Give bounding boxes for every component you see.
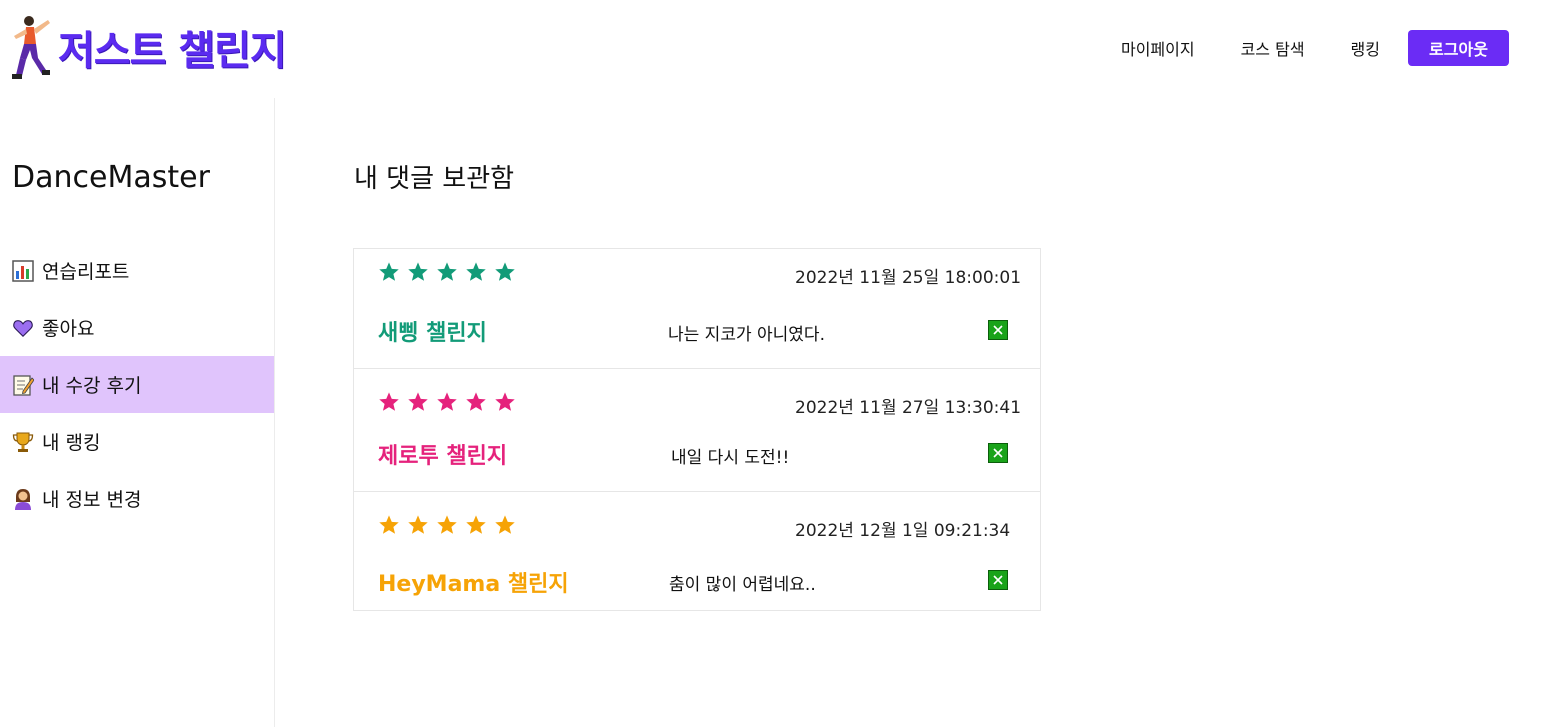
sidebar-item-label: 연습리포트 (42, 261, 130, 283)
star-icon (495, 392, 515, 411)
star-rating (378, 514, 523, 536)
star-icon (466, 262, 486, 281)
sidebar-item-label: 내 랭킹 (42, 432, 101, 454)
sidebar-item-label: 내 수강 후기 (42, 375, 142, 397)
nav-ranking[interactable]: 랭킹 (1351, 36, 1380, 60)
close-icon (993, 325, 1003, 335)
delete-button[interactable] (988, 320, 1008, 340)
review-card: 2022년 11월 27일 13:30:41 제로투 챌린지 내일 다시 도전!… (354, 369, 1040, 492)
sidebar-item-likes[interactable]: 좋아요 (0, 299, 274, 356)
star-icon (437, 392, 457, 411)
star-icon (495, 262, 515, 281)
review-comment: 춤이 많이 어렵네요.. (669, 575, 816, 595)
star-icon (379, 392, 399, 411)
review-list: 2022년 11월 25일 18:00:01 새삥 챌린지 나는 지코가 아니였… (353, 248, 1041, 611)
review-date: 2022년 11월 27일 13:30:41 (795, 398, 1022, 418)
sidebar: DanceMaster 연습리포트 좋아요 내 수강 후기 내 랭킹 내 정보 … (0, 98, 275, 727)
nav-mypage[interactable]: 마이페이지 (1121, 36, 1195, 60)
sidebar-item-practice-report[interactable]: 연습리포트 (0, 242, 274, 299)
person-icon (12, 488, 34, 510)
sidebar-item-label: 좋아요 (42, 318, 95, 340)
star-icon (408, 262, 428, 281)
page-title: 내 댓글 보관함 (354, 164, 515, 194)
trophy-icon (12, 431, 34, 453)
purple-heart-icon (12, 317, 34, 339)
star-icon (466, 392, 486, 411)
review-comment: 나는 지코가 아니였다. (668, 325, 825, 345)
sidebar-item-my-ranking[interactable]: 내 랭킹 (0, 413, 274, 470)
memo-icon (12, 374, 34, 396)
star-icon (379, 515, 399, 534)
course-name[interactable]: HeyMama 챌린지 (378, 566, 569, 598)
close-icon (993, 448, 1003, 458)
course-name[interactable]: 새삥 챌린지 (378, 315, 487, 347)
star-icon (437, 262, 457, 281)
dancer-logo-icon (12, 16, 50, 79)
star-icon (408, 392, 428, 411)
course-name[interactable]: 제로투 챌린지 (378, 438, 507, 470)
top-nav: 마이페이지 코스 탐색 랭킹 로그아웃 (1121, 30, 1509, 66)
star-icon (437, 515, 457, 534)
star-icon (379, 262, 399, 281)
sidebar-item-label: 내 정보 변경 (42, 489, 142, 511)
review-card: 2022년 11월 25일 18:00:01 새삥 챌린지 나는 지코가 아니였… (354, 249, 1040, 369)
nav-course-search[interactable]: 코스 탐색 (1241, 36, 1305, 60)
star-icon (408, 515, 428, 534)
sidebar-item-my-reviews[interactable]: 내 수강 후기 (0, 356, 274, 413)
logo[interactable]: 저스트 챌린지 (6, 12, 287, 82)
review-date: 2022년 12월 1일 09:21:34 (795, 521, 1011, 541)
star-rating (378, 261, 523, 283)
logo-text: 저스트 챌린지 (58, 28, 287, 74)
sidebar-menu: 연습리포트 좋아요 내 수강 후기 내 랭킹 내 정보 변경 (0, 242, 274, 527)
star-icon (495, 515, 515, 534)
logout-button[interactable]: 로그아웃 (1408, 30, 1509, 66)
header: 저스트 챌린지 마이페이지 코스 탐색 랭킹 로그아웃 (0, 0, 1547, 98)
chart-icon (12, 259, 34, 282)
star-icon (466, 515, 486, 534)
review-comment: 내일 다시 도전!! (671, 448, 790, 468)
delete-button[interactable] (988, 570, 1008, 590)
username: DanceMaster (12, 160, 210, 195)
sidebar-item-edit-profile[interactable]: 내 정보 변경 (0, 470, 274, 527)
review-card: 2022년 12월 1일 09:21:34 HeyMama 챌린지 춤이 많이 … (354, 492, 1040, 610)
star-rating (378, 391, 523, 413)
review-date: 2022년 11월 25일 18:00:01 (795, 268, 1022, 288)
close-icon (993, 575, 1003, 585)
delete-button[interactable] (988, 443, 1008, 463)
